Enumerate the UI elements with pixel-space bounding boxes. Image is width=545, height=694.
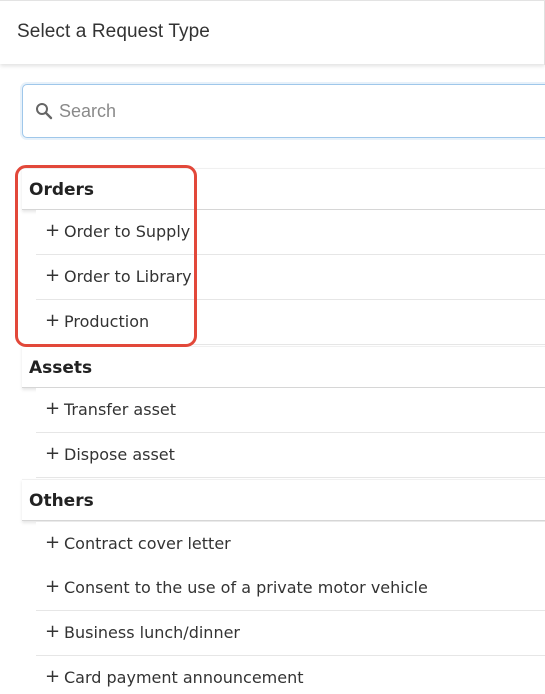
item-label: Production xyxy=(64,312,150,331)
item-label: Consent to the use of a private motor ve… xyxy=(64,578,428,597)
plus-icon: + xyxy=(45,265,61,286)
plus-icon: + xyxy=(45,576,61,597)
request-item-consent-private-vehicle[interactable]: + Consent to the use of a private motor … xyxy=(36,566,545,611)
request-item-production[interactable]: + Production xyxy=(36,300,545,345)
plus-icon: + xyxy=(45,310,61,331)
request-item-business-lunch[interactable]: + Business lunch/dinner xyxy=(36,611,545,656)
search-icon xyxy=(36,103,53,120)
request-item-dispose-asset[interactable]: + Dispose asset xyxy=(36,433,545,478)
group-header-others: Others xyxy=(22,479,545,521)
search-input[interactable] xyxy=(59,97,539,125)
request-item-order-to-supply[interactable]: + Order to Supply xyxy=(36,210,545,255)
item-label: Dispose asset xyxy=(64,445,175,464)
item-label: Transfer asset xyxy=(64,400,177,419)
page-title: Select a Request Type xyxy=(17,21,210,42)
item-label: Contract cover letter xyxy=(64,534,231,553)
group-title: Orders xyxy=(29,180,95,200)
item-label: Card payment announcement xyxy=(64,668,304,687)
plus-icon: + xyxy=(45,443,61,464)
request-item-order-to-library[interactable]: + Order to Library xyxy=(36,255,545,300)
item-label: Order to Supply xyxy=(64,222,191,241)
plus-icon: + xyxy=(45,621,61,642)
plus-icon: + xyxy=(45,220,61,241)
item-label: Business lunch/dinner xyxy=(64,623,240,642)
search-box[interactable] xyxy=(22,84,545,138)
panel-header: Select a Request Type xyxy=(0,0,545,65)
group-header-orders: Orders xyxy=(22,168,545,210)
group-title: Assets xyxy=(29,358,93,378)
item-label: Order to Library xyxy=(64,267,192,286)
request-item-contract-cover-letter[interactable]: + Contract cover letter xyxy=(36,522,545,567)
request-item-transfer-asset[interactable]: + Transfer asset xyxy=(36,388,545,433)
plus-icon: + xyxy=(45,666,61,687)
request-item-card-payment[interactable]: + Card payment announcement xyxy=(36,656,545,694)
plus-icon: + xyxy=(45,398,61,419)
request-type-panel: Select a Request Type Orders + Order to … xyxy=(0,0,545,694)
plus-icon: + xyxy=(45,532,61,553)
group-title: Others xyxy=(29,491,94,511)
group-header-assets: Assets xyxy=(22,346,545,388)
